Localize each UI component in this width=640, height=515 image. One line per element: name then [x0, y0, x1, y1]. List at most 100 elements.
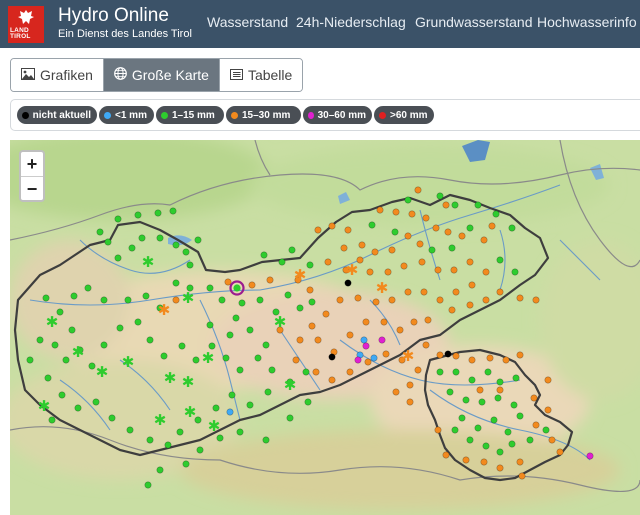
land-tirol-logo[interactable]: LAND TIROL — [8, 6, 44, 43]
station-marker[interactable] — [268, 366, 276, 374]
station-marker[interactable] — [266, 276, 274, 284]
station-marker[interactable] — [254, 354, 262, 362]
station-marker[interactable] — [518, 472, 526, 480]
station-marker[interactable] — [346, 368, 354, 376]
station-marker[interactable] — [512, 374, 520, 382]
station-marker[interactable] — [466, 301, 474, 309]
station-marker[interactable] — [236, 366, 244, 374]
station-marker[interactable] — [146, 436, 154, 444]
station-map[interactable]: ✱ ✱ ✱ ✱ ✱ ✱ ✱ ✱ ✱ ✱ ✱ ✱ ✱ ✱ ✱ ✱ ✱ ✱ ✱ ✱ + − — [10, 140, 640, 515]
station-marker[interactable] — [496, 448, 504, 456]
legend-15-30mm[interactable]: 15–30 mm — [226, 106, 301, 124]
station-marker[interactable] — [384, 268, 392, 276]
station-marker[interactable] — [340, 244, 348, 252]
station-marker[interactable] — [448, 244, 456, 252]
station-marker[interactable] — [164, 441, 172, 449]
station-marker[interactable] — [308, 298, 316, 306]
station-marker[interactable] — [182, 460, 190, 468]
station-marker[interactable] — [194, 236, 202, 244]
station-marker[interactable] — [344, 279, 352, 287]
station-marker[interactable] — [262, 341, 270, 349]
station-marker[interactable] — [504, 428, 512, 436]
station-marker[interactable] — [372, 298, 380, 306]
station-marker[interactable] — [388, 246, 396, 254]
station-marker[interactable] — [468, 376, 476, 384]
station-marker[interactable] — [302, 368, 310, 376]
station-marker[interactable] — [458, 414, 466, 422]
station-marker[interactable] — [451, 201, 459, 209]
station-marker[interactable] — [74, 404, 82, 412]
station-marker[interactable] — [114, 254, 122, 262]
station-marker[interactable] — [496, 386, 504, 394]
station-marker[interactable] — [100, 341, 108, 349]
station-marker[interactable] — [172, 296, 180, 304]
station-asterisk-marker[interactable]: ✱ — [284, 376, 297, 394]
station-marker[interactable] — [530, 394, 538, 402]
station-marker[interactable] — [212, 404, 220, 412]
nav-hochwasserinfo[interactable]: Hochwasserinfo — [537, 14, 637, 30]
station-marker[interactable] — [178, 342, 186, 350]
station-marker[interactable] — [48, 416, 56, 424]
station-marker[interactable] — [206, 284, 214, 292]
station-marker[interactable] — [418, 258, 426, 266]
station-marker[interactable] — [246, 326, 254, 334]
station-marker[interactable] — [264, 388, 272, 396]
station-marker[interactable] — [466, 258, 474, 266]
station-marker[interactable] — [466, 224, 474, 232]
station-marker[interactable] — [176, 428, 184, 436]
station-marker[interactable] — [480, 458, 488, 466]
station-marker[interactable] — [420, 288, 428, 296]
nav-24h-niederschlag[interactable]: 24h-Niederschlag — [296, 14, 406, 30]
station-marker[interactable] — [484, 368, 492, 376]
station-marker[interactable] — [516, 294, 524, 302]
station-asterisk-marker[interactable]: ✱ — [402, 347, 415, 365]
station-marker[interactable] — [414, 186, 422, 194]
station-marker[interactable] — [192, 356, 200, 364]
station-marker[interactable] — [324, 258, 332, 266]
station-asterisk-marker[interactable]: ✱ — [72, 343, 85, 361]
station-marker[interactable] — [288, 246, 296, 254]
station-marker[interactable] — [134, 318, 142, 326]
nav-wasserstand[interactable]: Wasserstand — [207, 14, 288, 30]
station-asterisk-marker[interactable]: ✱ — [182, 373, 195, 391]
station-marker[interactable] — [360, 336, 368, 344]
station-marker[interactable] — [68, 326, 76, 334]
station-marker[interactable] — [474, 201, 482, 209]
station-marker[interactable] — [144, 481, 152, 489]
station-marker[interactable] — [312, 368, 320, 376]
station-marker[interactable] — [406, 381, 414, 389]
station-marker[interactable] — [482, 442, 490, 450]
station-marker[interactable] — [510, 401, 518, 409]
station-marker[interactable] — [376, 206, 384, 214]
station-marker[interactable] — [296, 304, 304, 312]
station-marker[interactable] — [226, 408, 234, 416]
station-marker[interactable] — [296, 336, 304, 344]
station-marker[interactable] — [306, 261, 314, 269]
station-marker[interactable] — [382, 350, 390, 358]
station-marker[interactable] — [474, 424, 482, 432]
station-marker[interactable] — [496, 256, 504, 264]
station-marker[interactable] — [544, 376, 552, 384]
station-marker[interactable] — [452, 368, 460, 376]
station-marker[interactable] — [96, 228, 104, 236]
station-marker[interactable] — [400, 262, 408, 270]
station-marker[interactable] — [256, 296, 264, 304]
station-marker[interactable] — [444, 228, 452, 236]
station-marker[interactable] — [346, 331, 354, 339]
station-marker[interactable] — [478, 398, 486, 406]
station-marker[interactable] — [172, 241, 180, 249]
station-marker[interactable] — [410, 318, 418, 326]
station-marker[interactable] — [451, 426, 459, 434]
station-marker[interactable] — [511, 268, 519, 276]
station-asterisk-marker[interactable]: ✱ — [182, 289, 195, 307]
station-marker[interactable] — [308, 322, 316, 330]
station-marker[interactable] — [371, 248, 379, 256]
station-marker[interactable] — [586, 452, 594, 460]
station-marker[interactable] — [216, 434, 224, 442]
station-marker[interactable] — [354, 356, 362, 364]
station-marker[interactable] — [414, 366, 422, 374]
station-marker[interactable] — [378, 336, 386, 344]
legend-1-15mm[interactable]: 1–15 mm — [156, 106, 224, 124]
station-marker[interactable] — [392, 388, 400, 396]
station-marker[interactable] — [486, 354, 494, 362]
